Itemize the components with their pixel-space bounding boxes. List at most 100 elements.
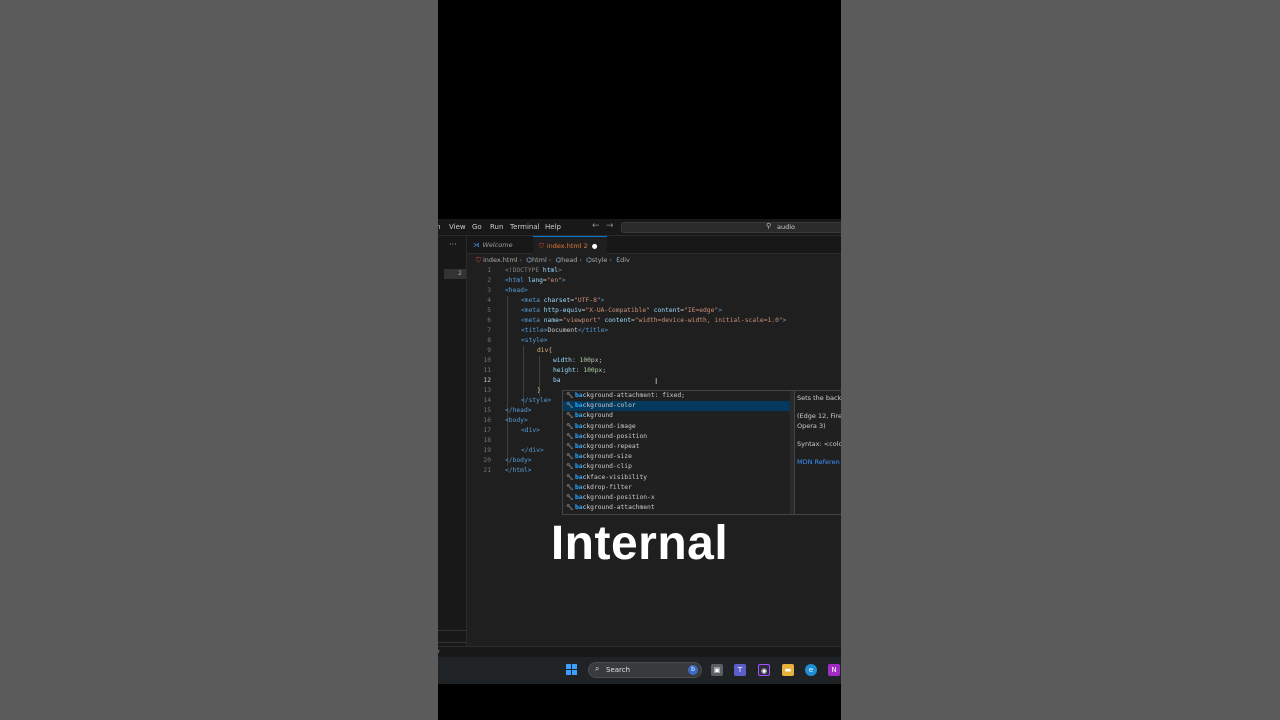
breadcrumb-item[interactable]: html xyxy=(532,256,547,264)
suggestion-match: ba xyxy=(575,402,583,410)
suggestion-item[interactable]: 🔧︎ background xyxy=(563,411,794,421)
suggestion-rest: ckground-position xyxy=(582,432,648,440)
more-actions-icon[interactable]: ··· xyxy=(449,240,457,249)
line-number: 6 xyxy=(487,317,491,324)
letterbox-left xyxy=(0,0,438,720)
teams-icon[interactable]: T xyxy=(734,664,746,676)
token: <!DOCTYPE xyxy=(505,267,540,274)
token: height xyxy=(553,367,576,374)
autocomplete-suggestions[interactable]: 🔧︎ background-attachment: fixed; 🔧︎ backgr… xyxy=(562,390,795,515)
suggestion-match: ba xyxy=(575,483,583,491)
taskbar-search[interactable]: ⌕ Search b xyxy=(588,662,702,678)
wrench-icon: 🔧︎ xyxy=(566,494,574,501)
suggestion-rest: ckground-size xyxy=(582,453,632,461)
suggestion-item[interactable]: 🔧︎ background-clip xyxy=(563,462,794,472)
suggestion-item[interactable]: 🔧︎ background-position xyxy=(563,432,794,442)
line-number: 3 xyxy=(487,287,491,294)
token: lang xyxy=(523,277,543,284)
wrench-icon: 🔧︎ xyxy=(566,473,574,481)
code-text: <meta name="viewport" content="width=dev… xyxy=(521,316,786,326)
vscode-window: n View Go Run Terminal Help ← → ⚲ audio … xyxy=(438,219,841,657)
docs-compat: Opera 3) xyxy=(797,422,826,430)
suggestion-item[interactable]: 🔧︎ background-size xyxy=(563,452,794,462)
edge-browser-icon[interactable]: e xyxy=(805,664,817,676)
breadcrumb-item[interactable]: head xyxy=(561,256,577,264)
token: ba xyxy=(553,377,561,384)
token: width xyxy=(553,357,572,364)
menu-item-go[interactable]: Go xyxy=(472,223,482,231)
token: "UTF-8" xyxy=(574,297,601,304)
mdn-reference-link[interactable]: MDN Referen xyxy=(797,458,840,466)
token: > xyxy=(718,307,722,314)
token: "viewport" xyxy=(562,317,601,324)
code-line: 10 width: 100px; xyxy=(467,356,841,366)
suggestion-item[interactable]: 🔧︎ background-attachment: fixed; xyxy=(563,391,794,401)
letterbox-right xyxy=(841,0,1280,720)
token: "X-UA-Compatible" xyxy=(585,307,650,314)
token: 100px xyxy=(579,357,599,364)
unsaved-dot-icon[interactable]: ● xyxy=(592,242,598,250)
menu-item-help[interactable]: Help xyxy=(545,223,561,231)
back-arrow-icon[interactable]: ← xyxy=(592,221,600,231)
line-number: 8 xyxy=(487,337,491,344)
suggestion-item[interactable]: 🔧︎ background-attachment xyxy=(563,503,794,513)
breadcrumb-item[interactable]: style xyxy=(592,256,608,264)
suggestion-item[interactable]: 🔧︎ background-repeat xyxy=(563,442,794,452)
breadcrumb-item[interactable]: index.html xyxy=(483,256,518,264)
tab-index-html[interactable]: ⛉ index.html 2 ● xyxy=(533,236,607,254)
suggestion-match: ba xyxy=(575,432,583,440)
code-text: </body> xyxy=(505,456,532,466)
tab-welcome[interactable]: ⋊ Welcome xyxy=(467,236,533,254)
suggestion-item[interactable]: 🔧︎ backface-visibility xyxy=(563,473,794,483)
line-number: 11 xyxy=(483,367,491,374)
windows-start-icon[interactable] xyxy=(566,664,578,676)
code-text: div{ xyxy=(537,346,552,356)
task-view-icon[interactable]: ▣ xyxy=(711,664,723,676)
breadcrumb: ⛉ index.html › ⌬html › ⌬head › ⌬style › ℇdiv xyxy=(476,256,630,265)
status-item[interactable]: r xyxy=(438,649,440,655)
code-text: </style> xyxy=(521,396,551,406)
code-text: </div> xyxy=(521,446,544,456)
suggestions-scrollbar[interactable] xyxy=(790,391,794,514)
suggestion-item-selected[interactable]: 🔧︎ background-color xyxy=(563,401,794,412)
suggestion-item[interactable]: 🔧︎ backdrop-filter xyxy=(563,483,794,493)
suggestion-match: ba xyxy=(575,412,583,420)
wrench-icon: 🔧︎ xyxy=(566,392,574,399)
menu-item-view[interactable]: View xyxy=(449,223,466,231)
suggestion-match: ba xyxy=(575,473,583,481)
code-text: <meta charset="UTF-8"> xyxy=(521,296,604,306)
token: </style> xyxy=(521,397,552,404)
app-icon[interactable]: ◉ xyxy=(758,664,770,676)
vscode-logo-icon: ⋊ xyxy=(473,241,480,249)
token: ; xyxy=(598,357,603,364)
menu-item-terminal[interactable]: Terminal xyxy=(510,223,540,231)
video-frame: n View Go Run Terminal Help ← → ⚲ audio … xyxy=(438,0,841,720)
token: </html> xyxy=(505,467,532,474)
token: > xyxy=(600,297,605,304)
code-line: 8 <style> xyxy=(467,336,841,346)
line-number: 18 xyxy=(483,437,491,444)
suggestion-item[interactable]: 🔧︎ background-image xyxy=(563,422,794,432)
file-explorer-icon[interactable]: ▬ xyxy=(782,664,794,676)
token: <meta xyxy=(521,317,540,324)
code-text: <meta http-equiv="X-UA-Compatible" conte… xyxy=(521,306,722,316)
suggestion-item[interactable]: 🔧︎ background-position-x xyxy=(563,493,794,503)
code-line: 7 <title>Document</title> xyxy=(467,326,841,336)
command-center-search[interactable]: ⚲ audio xyxy=(621,222,841,233)
suggestion-rest: ckground-attachment xyxy=(582,504,655,512)
code-line: 1 <!DOCTYPE html> xyxy=(467,266,841,276)
forward-arrow-icon[interactable]: → xyxy=(606,221,614,231)
line-number: 4 xyxy=(487,297,491,304)
menu-item-truncated[interactable]: n xyxy=(438,223,440,231)
suggestion-details-panel: Sets the back (Edge 12, Fire Opera 3) Sy… xyxy=(795,390,841,515)
suggestion-match: ba xyxy=(575,494,583,501)
activity-bar: ··· 2 xyxy=(438,236,467,657)
breadcrumb-item[interactable]: div xyxy=(620,256,630,264)
menu-item-run[interactable]: Run xyxy=(490,223,503,231)
token: div xyxy=(537,347,549,354)
divider xyxy=(438,642,467,643)
docs-description: Sets the back xyxy=(797,394,841,402)
bing-icon[interactable]: b xyxy=(688,665,698,675)
suggestion-rest: ckground-position-x xyxy=(582,494,655,501)
onenote-icon[interactable]: N xyxy=(828,664,840,676)
